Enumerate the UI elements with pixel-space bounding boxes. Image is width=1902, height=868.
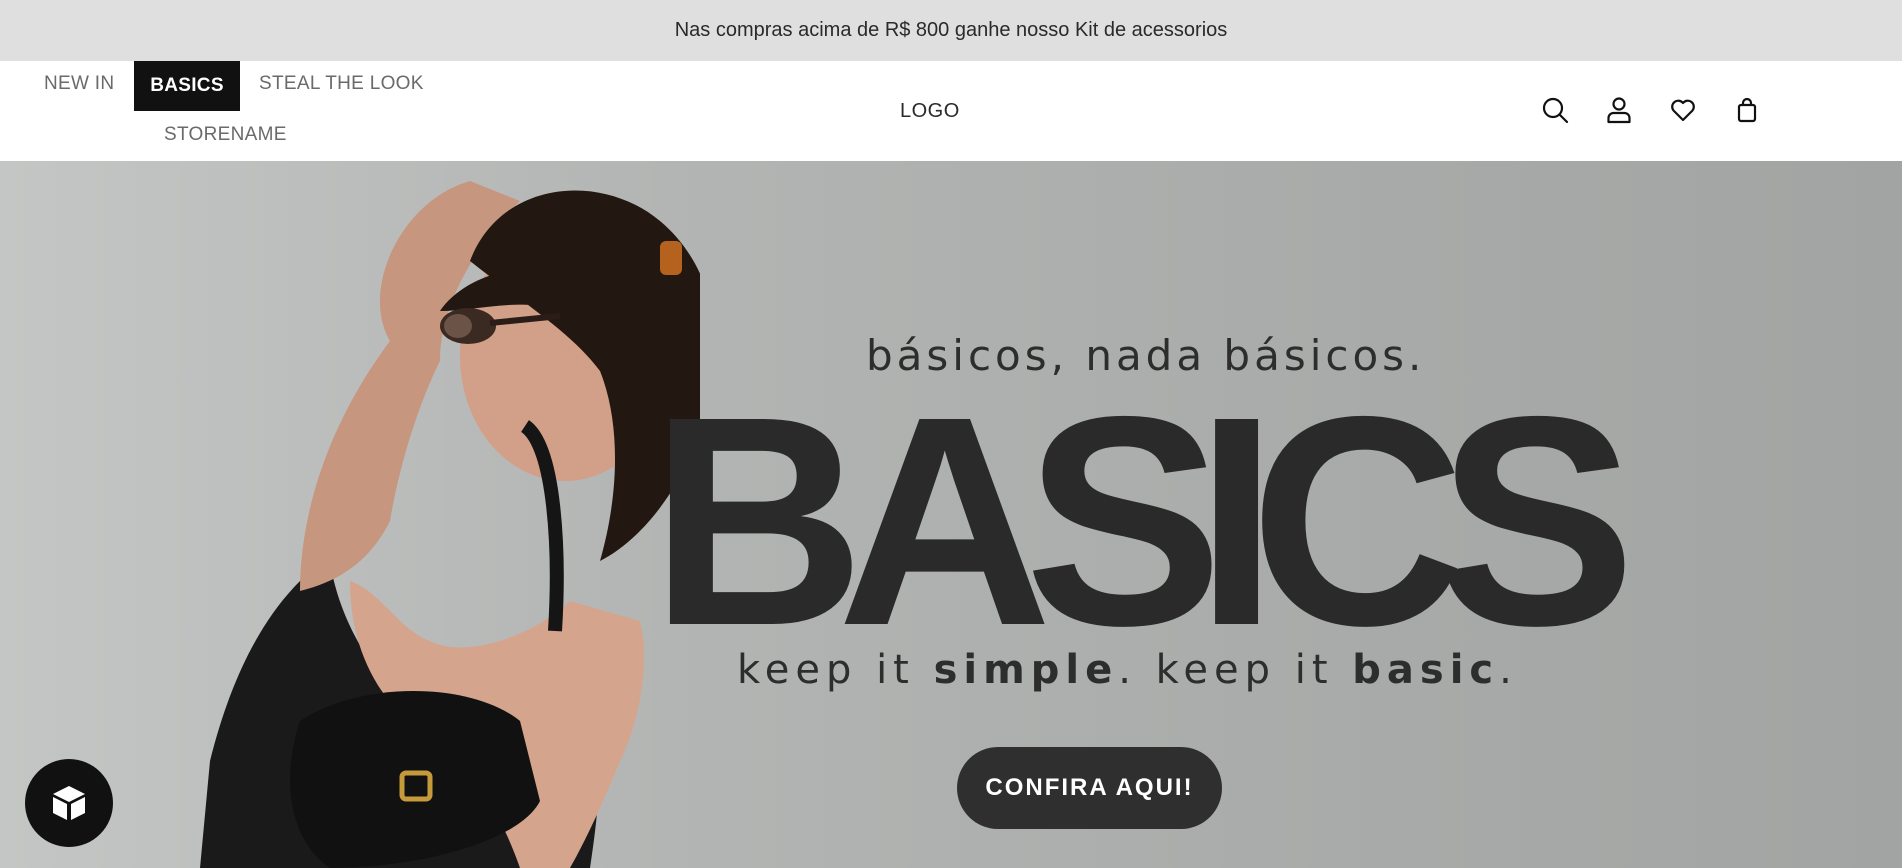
hero-headline: BASICS [650, 355, 1636, 688]
search-icon[interactable] [1540, 95, 1570, 125]
hero-banner[interactable]: básicos, nada básicos. BASICS keep it si… [0, 161, 1902, 868]
announcement-bar: Nas compras acima de R$ 800 ganhe nosso … [0, 0, 1902, 61]
subline-part-3: . [1499, 647, 1518, 693]
nav-item-storename[interactable]: STORENAME [164, 124, 287, 146]
subline-emphasis-simple: simple [933, 647, 1119, 693]
cube-icon [53, 786, 85, 820]
nav-item-new-in[interactable]: NEW IN [44, 73, 114, 95]
bag-icon[interactable] [1732, 95, 1762, 125]
user-icon[interactable] [1604, 95, 1634, 125]
subline-part-1: keep it [737, 647, 934, 693]
site-header: NEW IN BASICS STEAL THE LOOK STORENAME L… [0, 61, 1902, 161]
nav-item-basics[interactable]: BASICS [134, 61, 240, 111]
subline-part-2: . keep it [1118, 647, 1353, 693]
announcement-text: Nas compras acima de R$ 800 ganhe nosso … [674, 19, 1228, 41]
hero-model-photo [200, 181, 700, 868]
floating-widget-button[interactable] [25, 759, 113, 847]
header-icons [1540, 95, 1762, 125]
site-logo[interactable]: LOGO [900, 100, 960, 123]
heart-icon[interactable] [1668, 95, 1698, 125]
nav-item-steal-the-look[interactable]: STEAL THE LOOK [259, 73, 424, 95]
cta-button[interactable]: CONFIRA AQUI! [957, 747, 1222, 829]
hero-subline: keep it simple. keep it basic. [737, 647, 1518, 693]
subline-emphasis-basic: basic [1352, 647, 1500, 693]
